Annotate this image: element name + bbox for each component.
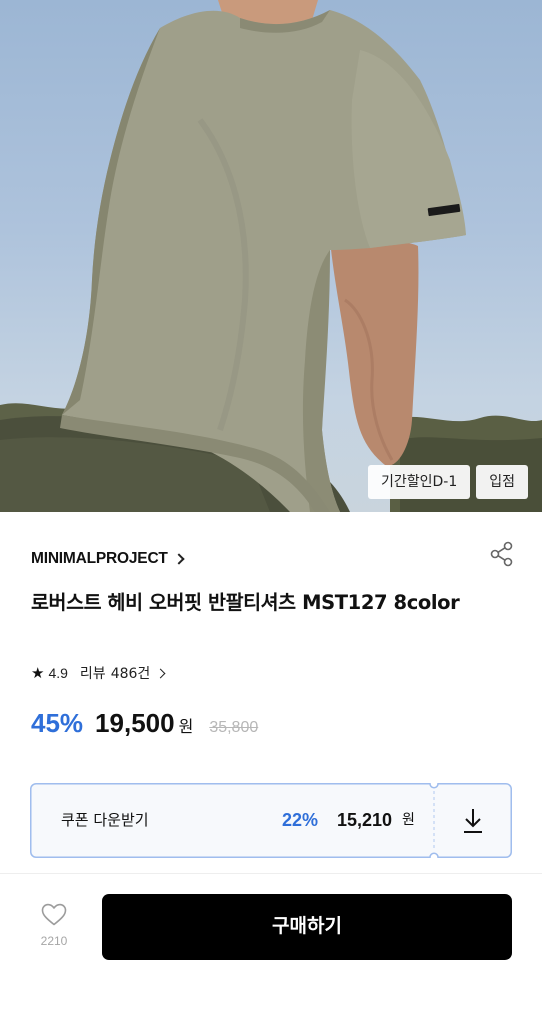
coupon-label: 쿠폰 다운받기 xyxy=(61,811,149,829)
discount-rate: 45% xyxy=(31,708,84,738)
new-arrival-badge: 입점 xyxy=(476,465,528,499)
product-photo xyxy=(0,0,542,512)
period-discount-badge: 기간할인D-1 xyxy=(367,465,471,499)
coupon-rate: 22% xyxy=(282,810,319,830)
like-button[interactable]: 2210 xyxy=(28,903,80,955)
download-icon[interactable] xyxy=(434,783,512,858)
product-image[interactable]: 기간할인D-1 입점 xyxy=(0,0,542,512)
coupon-price-unit: 원 xyxy=(402,812,415,828)
brand-row: MINIMALPROJECT xyxy=(31,541,516,572)
heart-icon xyxy=(41,903,67,926)
sale-price: 19,500 xyxy=(95,708,175,738)
review-label: 리뷰 xyxy=(79,666,106,682)
coupon-download-button[interactable]: 쿠폰 다운받기 22% 15,210 원 xyxy=(30,783,512,858)
rating-row[interactable]: ★ 4.9 리뷰 486건 xyxy=(31,661,166,685)
product-title: 로버스트 헤비 오버핏 반팔티셔츠 MST127 8color xyxy=(31,591,460,614)
review-count: 486건 xyxy=(110,666,151,682)
like-count: 2210 xyxy=(40,934,68,948)
buy-button[interactable]: 구매하기 xyxy=(102,894,512,960)
rating-value: 4.9 xyxy=(48,665,68,681)
brand-link[interactable]: MINIMALPROJECT xyxy=(31,550,168,568)
divider xyxy=(0,873,542,874)
price-unit: 원 xyxy=(178,717,194,736)
chevron-right-icon xyxy=(155,668,166,678)
price-row: 45% 19,500 원 35,800 xyxy=(31,708,258,748)
star-icon: ★ xyxy=(31,664,45,682)
original-price: 35,800 xyxy=(209,719,259,736)
coupon-price: 15,210 xyxy=(337,810,393,830)
chevron-right-icon xyxy=(173,553,185,565)
share-icon[interactable] xyxy=(488,540,516,568)
